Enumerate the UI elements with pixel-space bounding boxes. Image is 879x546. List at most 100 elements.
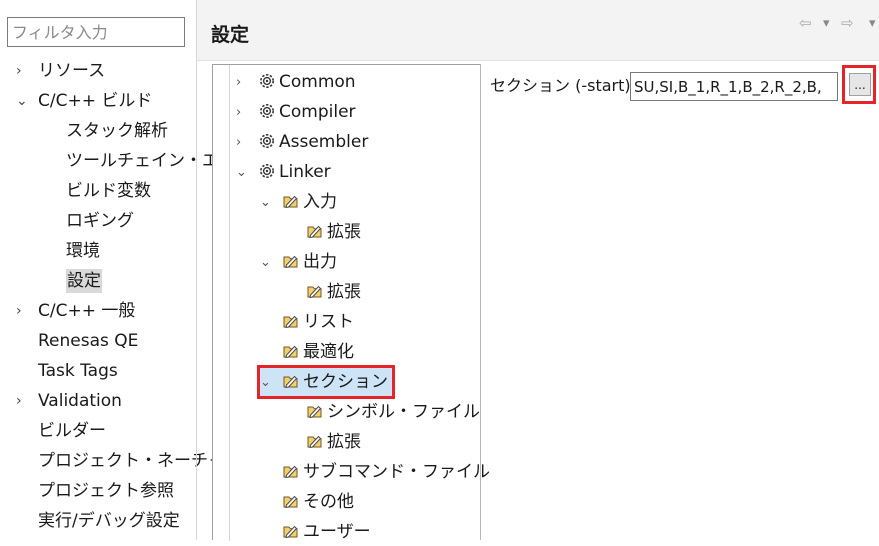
tree-node-label: セクション	[303, 372, 388, 392]
tree-node-optimize[interactable]: 最適化	[282, 338, 354, 366]
tree-node-list[interactable]: リスト	[282, 308, 354, 336]
nav-item-task-tags[interactable]: Task Tags	[38, 357, 118, 385]
tree-node-label: その他	[303, 492, 354, 512]
folder-icon	[307, 406, 322, 418]
nav-item-resource[interactable]: › リソース	[16, 57, 105, 85]
tree-node-section[interactable]: ⌄ セクション	[257, 365, 395, 399]
folder-icon	[283, 496, 298, 508]
gear-icon	[259, 104, 275, 118]
section-start-label: セクション (-start)	[490, 76, 631, 95]
nav-item-logging[interactable]: ロギング	[66, 207, 134, 235]
nav-item-label: リソース	[38, 61, 106, 81]
folder-icon	[307, 226, 322, 238]
nav-item-validation[interactable]: › Validation	[16, 387, 122, 415]
tree-node-label: Assembler	[279, 132, 369, 152]
chevron-down-icon[interactable]: ⌄	[16, 87, 28, 115]
tree-node-other[interactable]: その他	[282, 488, 354, 516]
nav-item-stack-analysis[interactable]: スタック解析	[66, 117, 168, 145]
gear-icon	[259, 164, 275, 178]
chevron-down-icon[interactable]: ⌄	[236, 159, 247, 187]
nav-item-environment[interactable]: 環境	[66, 237, 100, 265]
nav-item-builders[interactable]: ビルダー	[38, 417, 106, 445]
panel-divider[interactable]	[196, 0, 197, 540]
nav-item-label: スタック解析	[66, 121, 168, 141]
chevron-right-icon[interactable]: ›	[236, 99, 241, 127]
nav-item-cpp-general[interactable]: › C/C++ 一般	[16, 297, 135, 325]
gear-icon	[259, 74, 275, 88]
tree-node-label: Linker	[279, 162, 331, 182]
folder-icon	[307, 436, 322, 448]
nav-item-label: 実行/デバッグ設定	[38, 511, 180, 531]
browse-button[interactable]: ...	[849, 73, 871, 96]
tree-node-label: 最適化	[303, 342, 354, 362]
tree-node-label: Compiler	[279, 102, 356, 122]
nav-item-label: ビルド変数	[66, 181, 151, 201]
folder-icon	[283, 346, 298, 358]
page-title: 設定	[211, 24, 250, 46]
back-arrow-icon[interactable]: ⇦	[799, 14, 812, 32]
tree-node-linker[interactable]: ⌄ Linker	[236, 158, 331, 186]
tree-node-user[interactable]: ユーザー	[282, 518, 371, 546]
tree-node-assembler[interactable]: › Assembler	[236, 128, 368, 156]
nav-item-label: C/C++ ビルド	[38, 91, 153, 111]
filter-input[interactable]	[7, 17, 185, 47]
tree-node-input[interactable]: ⌄ 入力	[260, 188, 337, 216]
chevron-right-icon[interactable]: ›	[236, 69, 241, 97]
section-start-input[interactable]	[630, 72, 838, 101]
folder-icon	[283, 256, 298, 268]
tree-node-output[interactable]: ⌄ 出力	[260, 248, 337, 276]
chevron-down-icon[interactable]: ⌄	[260, 189, 271, 217]
nav-item-label: Validation	[38, 391, 122, 411]
folder-icon	[307, 286, 322, 298]
tree-node-label: リスト	[303, 312, 354, 332]
nav-item-run-debug-settings[interactable]: 実行/デバッグ設定	[38, 507, 180, 535]
tree-node-section-extension[interactable]: 拡張	[306, 428, 361, 456]
tree-node-subcommand-file[interactable]: サブコマンド・ファイル	[282, 458, 490, 486]
tree-node-label: シンボル・ファイル	[327, 402, 480, 422]
tree-node-label: ユーザー	[303, 522, 371, 542]
tree-node-label: サブコマンド・ファイル	[303, 462, 490, 482]
tree-node-common[interactable]: › Common	[236, 68, 356, 96]
nav-item-build-variables[interactable]: ビルド変数	[66, 177, 151, 205]
tree-node-symbol-file[interactable]: シンボル・ファイル	[306, 398, 480, 426]
dropdown-arrow-icon[interactable]: ▾	[823, 16, 830, 31]
nav-item-settings[interactable]: 設定	[66, 267, 102, 295]
settings-tree: › Common › Compiler › Assembler ⌄ Linker…	[212, 64, 490, 542]
chevron-right-icon[interactable]: ›	[16, 387, 22, 415]
tree-node-label: 拡張	[327, 222, 361, 242]
forward-arrow-icon[interactable]: ⇨	[841, 14, 854, 32]
settings-tree-list[interactable]: › Common › Compiler › Assembler ⌄ Linker…	[229, 65, 490, 542]
nav-item-renesas-qe[interactable]: Renesas QE	[38, 327, 138, 355]
nav-item-label: 設定	[66, 269, 102, 293]
tree-node-label: 拡張	[327, 432, 361, 452]
tree-node-label: 出力	[303, 252, 337, 272]
chevron-right-icon[interactable]: ›	[16, 57, 22, 85]
folder-icon	[283, 316, 298, 328]
chevron-right-icon[interactable]: ›	[16, 297, 22, 325]
browse-button-highlight: ...	[842, 65, 876, 104]
tree-node-output-extension[interactable]: 拡張	[306, 278, 361, 306]
page-header: 設定 ⇦ ▾ ⇨ ▾	[197, 0, 879, 61]
tree-node-label: 拡張	[327, 282, 361, 302]
nav-item-label: ロギング	[66, 211, 134, 231]
chevron-right-icon[interactable]: ›	[236, 129, 241, 157]
folder-icon	[283, 196, 298, 208]
nav-item-label: Renesas QE	[38, 331, 139, 351]
nav-item-label: C/C++ 一般	[38, 301, 136, 321]
folder-icon	[283, 466, 298, 478]
nav-item-label: 環境	[66, 241, 100, 261]
gear-icon	[259, 134, 275, 148]
chevron-down-icon[interactable]: ⌄	[260, 369, 271, 397]
tree-node-compiler[interactable]: › Compiler	[236, 98, 356, 126]
nav-item-cpp-build[interactable]: ⌄ C/C++ ビルド	[16, 87, 152, 115]
tree-node-label: Common	[279, 72, 356, 92]
tree-node-input-extension[interactable]: 拡張	[306, 218, 361, 246]
properties-nav-panel: › リソース ⌄ C/C++ ビルド スタック解析 ツールチェイン・エ ビルド変…	[0, 0, 225, 540]
folder-icon	[283, 376, 298, 388]
chevron-down-icon[interactable]: ⌄	[260, 249, 271, 277]
nav-item-label: Task Tags	[38, 361, 118, 381]
nav-item-label: プロジェクト参照	[38, 481, 174, 501]
dropdown-arrow-icon[interactable]: ▾	[869, 16, 876, 31]
nav-item-project-references[interactable]: プロジェクト参照	[38, 477, 174, 505]
folder-icon	[283, 526, 298, 538]
